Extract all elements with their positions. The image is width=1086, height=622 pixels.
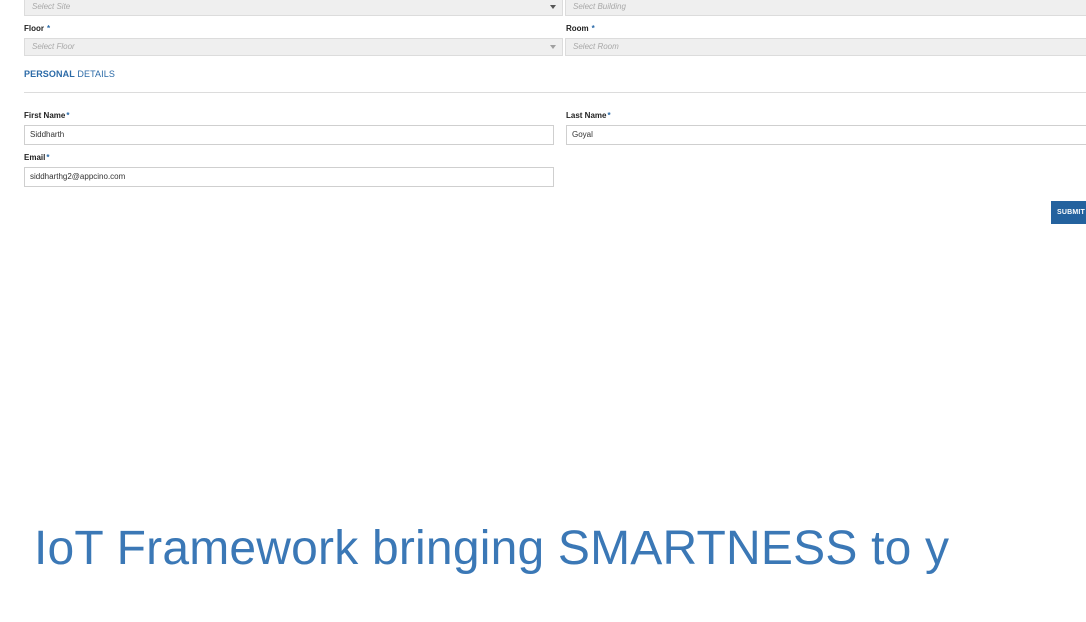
floor-select-placeholder: Select Floor [32, 42, 75, 51]
last-name-value: Goyal [572, 130, 593, 139]
required-mark: * [66, 111, 70, 120]
email-input[interactable]: siddharthg2@appcino.com [24, 167, 554, 187]
first-name-input[interactable]: Siddharth [24, 125, 554, 145]
floor-select[interactable]: Select Floor [24, 38, 563, 56]
last-name-label: Last Name* [566, 111, 611, 120]
required-mark: * [47, 24, 51, 33]
required-mark: * [591, 24, 595, 33]
section-title-personal-details: PERSONAL DETAILS [24, 69, 115, 79]
building-select[interactable]: Select Building [565, 0, 1086, 16]
room-select[interactable]: Select Room [565, 38, 1086, 56]
site-select-placeholder: Select Site [32, 2, 71, 11]
submit-button[interactable]: SUBMIT [1051, 201, 1086, 224]
chevron-down-icon [550, 5, 556, 9]
banner-tagline: IoT Framework bringing SMARTNESS to y [34, 522, 950, 575]
email-value: siddharthg2@appcino.com [30, 172, 126, 181]
required-mark: * [607, 111, 611, 120]
section-divider [24, 92, 1086, 93]
chevron-down-icon [550, 45, 556, 49]
required-mark: * [46, 153, 50, 162]
site-select[interactable]: Select Site [24, 0, 563, 16]
room-select-placeholder: Select Room [573, 42, 619, 51]
first-name-value: Siddharth [30, 130, 65, 139]
building-select-placeholder: Select Building [573, 2, 626, 11]
last-name-input[interactable]: Goyal [566, 125, 1086, 145]
email-label: Email* [24, 153, 50, 162]
first-name-label: First Name* [24, 111, 70, 120]
room-label: Room * [566, 24, 595, 33]
floor-label: Floor * [24, 24, 51, 33]
